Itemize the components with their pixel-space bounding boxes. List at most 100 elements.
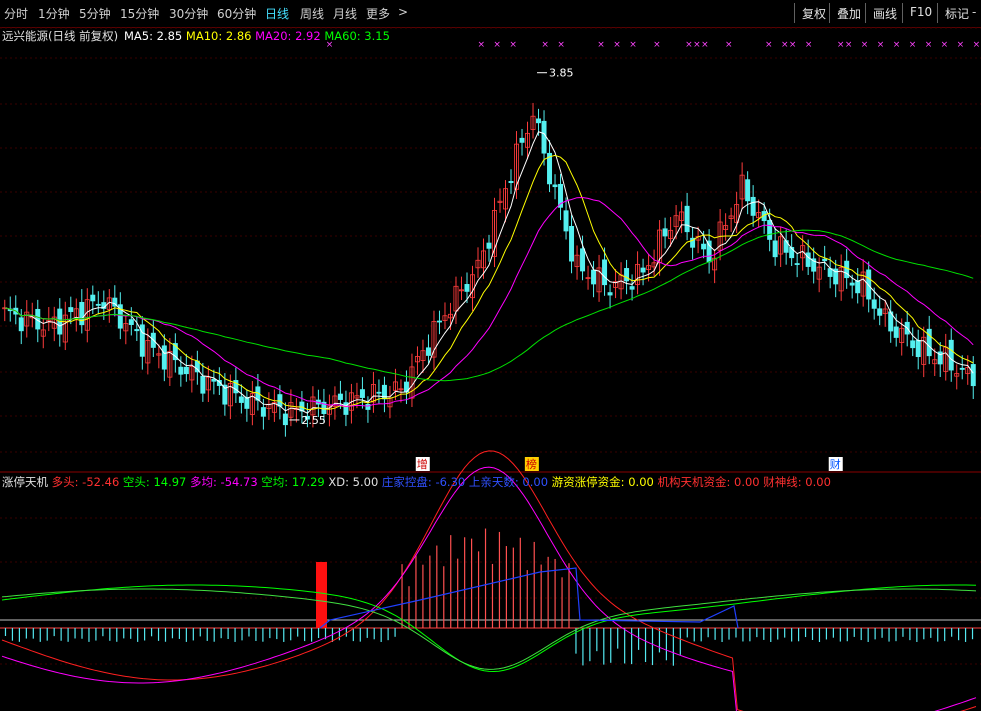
x-mark: × bbox=[493, 40, 501, 50]
indicator-legend-item: 财神线: 0.00 bbox=[760, 475, 831, 489]
long-line bbox=[1, 450, 977, 711]
x-mark: × bbox=[941, 40, 949, 50]
candle-down bbox=[18, 317, 24, 332]
x-mark: × bbox=[909, 40, 917, 50]
candle-down bbox=[745, 179, 751, 202]
x-mark: × bbox=[613, 40, 621, 50]
indicator-legend: 涨停天机 多头: -52.46 空头: 14.97 多均: -54.73 空均:… bbox=[2, 475, 831, 489]
indicator-legend-item: 空头: 14.97 bbox=[119, 475, 186, 489]
candle-down bbox=[183, 366, 189, 375]
candle-down bbox=[629, 286, 635, 290]
candle-down bbox=[90, 294, 96, 302]
candle-down bbox=[772, 240, 778, 258]
x-mark: × bbox=[837, 40, 845, 50]
indicator-legend-item: 庄家控盘: -6.30 bbox=[378, 475, 465, 489]
indicator-panel bbox=[1, 450, 977, 711]
candle-down bbox=[849, 282, 855, 286]
candle-down bbox=[750, 196, 756, 216]
x-mark: × bbox=[597, 40, 605, 50]
x-mark: × bbox=[557, 40, 565, 50]
indicator-legend-item: 游资涨停资金: 0.00 bbox=[548, 475, 654, 489]
candle-down bbox=[822, 258, 828, 262]
candle-down bbox=[893, 326, 899, 338]
indicator-header: 涨停天机 多头: -52.46 空头: 14.97 多均: -54.73 空均:… bbox=[2, 475, 831, 489]
candle-down bbox=[607, 292, 613, 296]
candle-down bbox=[624, 268, 630, 282]
candle-down bbox=[79, 301, 85, 326]
ma-legend-item: MA10: 2.86 bbox=[182, 29, 251, 43]
candle-down bbox=[161, 345, 167, 370]
candle-down bbox=[767, 220, 773, 240]
candle-down bbox=[134, 329, 140, 332]
x-mark: × bbox=[781, 40, 789, 50]
x-mark: × bbox=[973, 40, 981, 50]
indicator-legend-item: 多头: -52.46 bbox=[48, 475, 119, 489]
candle-down bbox=[178, 366, 184, 375]
candle-down bbox=[866, 269, 872, 300]
candle-down bbox=[536, 118, 542, 124]
candle-down bbox=[128, 319, 134, 325]
x-mark: × bbox=[725, 40, 733, 50]
candle-down bbox=[552, 184, 558, 188]
ma-legend: MA5: 2.85 MA10: 2.86 MA20: 2.92 MA60: 3.… bbox=[124, 29, 390, 43]
candle-down bbox=[519, 137, 525, 143]
ma-legend-item: MA20: 2.92 bbox=[251, 29, 320, 43]
ma-legend-item: MA5: 2.85 bbox=[124, 29, 182, 43]
candle-down bbox=[591, 269, 597, 285]
event-tag-label: 榜 bbox=[526, 457, 537, 471]
candle-down bbox=[282, 413, 288, 426]
x-mark: × bbox=[701, 40, 709, 50]
candle-down bbox=[359, 389, 365, 398]
indicator-legend-item: 上亲天数: 0.00 bbox=[465, 475, 548, 489]
x-mark: × bbox=[509, 40, 517, 50]
candle-down bbox=[706, 240, 712, 263]
candle-down bbox=[805, 252, 811, 267]
x-mark: × bbox=[477, 40, 485, 50]
candle-down bbox=[580, 248, 586, 272]
x-mark: × bbox=[653, 40, 661, 50]
candle-down bbox=[640, 267, 646, 273]
ma20-line bbox=[4, 196, 974, 408]
candle-down bbox=[948, 339, 954, 371]
indicator-legend-item: 多均: -54.73 bbox=[186, 475, 257, 489]
limit-up-bar bbox=[316, 562, 327, 628]
candle-down bbox=[684, 205, 690, 233]
indicator-legend-item: XD: 5.00 bbox=[325, 475, 379, 489]
candle-down bbox=[436, 320, 442, 323]
main-chart-header: 远兴能源(日线 前复权) MA5: 2.85 MA10: 2.86 MA20: … bbox=[2, 29, 390, 43]
candle-down bbox=[541, 120, 547, 154]
candle-down bbox=[337, 393, 343, 400]
x-mark: × bbox=[685, 40, 693, 50]
short-avg-line bbox=[1, 588, 977, 670]
candle-down bbox=[95, 303, 101, 306]
candle-down bbox=[959, 367, 965, 370]
candle-down bbox=[926, 328, 932, 357]
x-mark: × bbox=[693, 40, 701, 50]
chart-title: 远兴能源(日线 前复权) bbox=[2, 29, 118, 43]
candle-down bbox=[244, 397, 250, 409]
x-mark: × bbox=[805, 40, 813, 50]
candle-down bbox=[486, 242, 492, 249]
x-mark: × bbox=[541, 40, 549, 50]
candle-down bbox=[425, 347, 431, 356]
ma-legend-item: MA60: 3.15 bbox=[321, 29, 390, 43]
candle-down bbox=[376, 391, 382, 394]
candle-down bbox=[915, 339, 921, 358]
x-mark: × bbox=[629, 40, 637, 50]
x-mark: × bbox=[957, 40, 965, 50]
candle-down bbox=[602, 259, 608, 286]
x-mark: × bbox=[765, 40, 773, 50]
indicator-legend-item: 空均: 17.29 bbox=[258, 475, 325, 489]
high-price-label: 3.85 bbox=[549, 67, 574, 80]
candle-down bbox=[569, 225, 575, 262]
candle-down bbox=[910, 340, 916, 349]
candle-down bbox=[662, 228, 668, 237]
candle-down bbox=[855, 280, 861, 294]
candle-down bbox=[238, 396, 244, 403]
candle-down bbox=[701, 243, 707, 250]
candle-down bbox=[970, 364, 976, 387]
event-tag-label: 财 bbox=[830, 457, 841, 471]
candle-down bbox=[200, 375, 206, 394]
stock-chart: 3.852.55×××××××××××××××××××××××××××××××增… bbox=[0, 27, 981, 711]
candle-down bbox=[563, 210, 569, 232]
